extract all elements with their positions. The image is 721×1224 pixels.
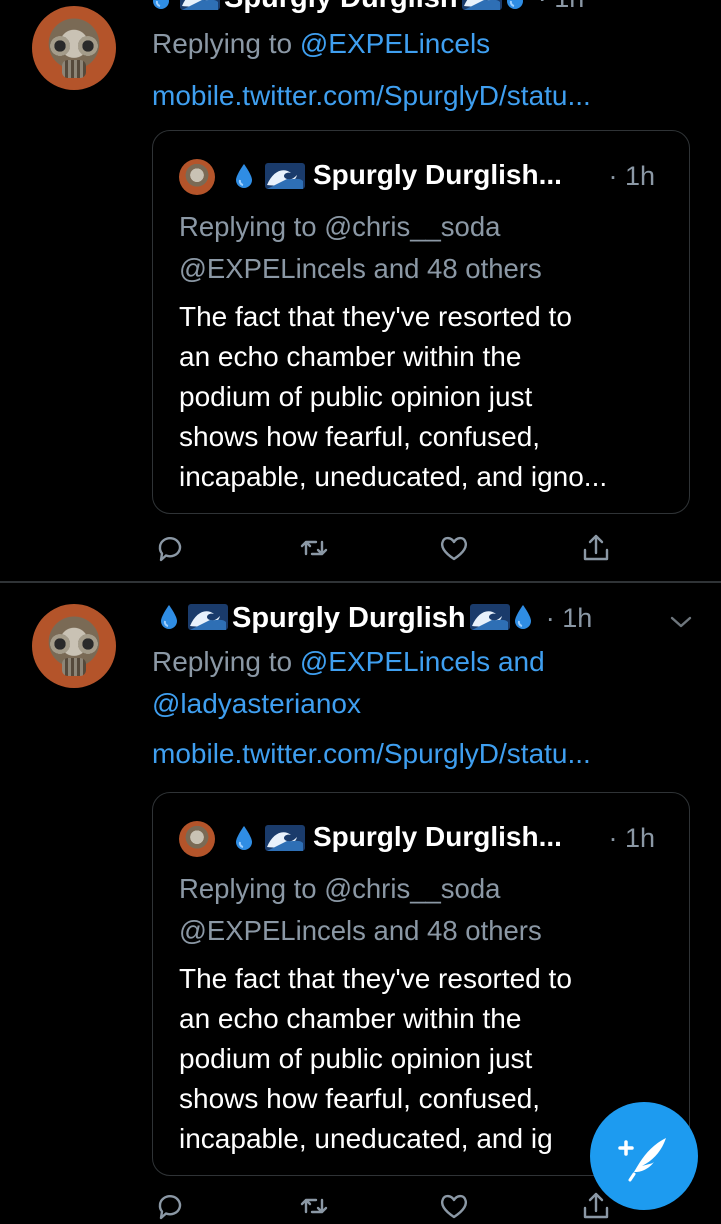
- quoted-time: · 1h: [608, 161, 655, 191]
- wave-emoji-icon: [265, 825, 305, 851]
- status-link[interactable]: mobile.twitter.com/SpurglyD/statu...: [152, 738, 591, 770]
- droplet-emoji-icon: [160, 604, 178, 630]
- compose-tweet-button[interactable]: [590, 1102, 698, 1210]
- heart-icon[interactable]: [436, 1188, 472, 1224]
- status-link[interactable]: mobile.twitter.com/SpurglyD/statu...: [152, 80, 591, 112]
- quoted-mentions: @EXPELincels and 48 others: [179, 253, 542, 284]
- droplet-emoji-icon: [152, 0, 170, 10]
- mention-link[interactable]: @EXPELincels: [300, 28, 490, 59]
- replying-to: Replying to @EXPELincels and: [152, 646, 545, 677]
- droplet-emoji-icon: [235, 163, 253, 189]
- share-icon[interactable]: [578, 530, 614, 566]
- quoted-text: The fact that they've resorted to an ech…: [179, 301, 608, 492]
- droplet-emoji-icon: [514, 604, 532, 630]
- heart-icon[interactable]: [436, 530, 472, 566]
- tweet-author-line: Spurgly Durglish · 1h: [152, 0, 584, 15]
- tweet-actions: [152, 1188, 622, 1224]
- quoted-author: Spurgly Durglish...: [313, 159, 562, 190]
- avatar[interactable]: [32, 6, 116, 90]
- quoted-author: Spurgly Durglish...: [313, 821, 562, 852]
- tweet-actions: [152, 530, 622, 566]
- quoted-replying-to: Replying to @chris__soda: [179, 211, 501, 242]
- author-name[interactable]: Spurgly Durglish: [232, 602, 466, 634]
- wave-emoji-icon: [265, 163, 305, 189]
- quoted-mentions: @EXPELincels and 48 others: [179, 915, 542, 946]
- tweet-author-line: Spurgly Durglish · 1h: [160, 602, 592, 635]
- quoted-avatar: [179, 821, 215, 857]
- quoted-avatar: [179, 159, 215, 195]
- droplet-emoji-icon: [235, 825, 253, 851]
- avatar[interactable]: [32, 604, 116, 688]
- retweet-icon[interactable]: [296, 530, 332, 566]
- reply-icon[interactable]: [152, 530, 188, 566]
- mention-link[interactable]: @ladyasterianox: [152, 688, 361, 720]
- quoted-replying-to: Replying to @chris__soda: [179, 873, 501, 904]
- mention-link[interactable]: @EXPELincels and: [300, 646, 545, 677]
- compose-tweet-icon: [618, 1138, 666, 1182]
- wave-emoji-icon: [470, 604, 510, 630]
- chevron-down-icon[interactable]: [668, 612, 694, 632]
- tweet-time: · 1h: [538, 0, 585, 13]
- wave-emoji-icon: [462, 0, 502, 10]
- reply-icon[interactable]: [152, 1188, 188, 1224]
- quoted-tweet-card[interactable]: Spurgly Durglish... · 1h Replying to @ch…: [152, 130, 690, 514]
- tweet-time: · 1h: [545, 603, 593, 633]
- wave-emoji-icon: [188, 604, 228, 630]
- author-name[interactable]: Spurgly Durglish: [224, 0, 458, 14]
- tweet-1[interactable]: Spurgly Durglish · 1h Replying to @EXPEL…: [0, 0, 721, 580]
- replying-to: Replying to @EXPELincels: [152, 28, 491, 59]
- retweet-icon[interactable]: [296, 1188, 332, 1224]
- droplet-emoji-icon: [506, 0, 524, 10]
- quoted-time: · 1h: [608, 823, 655, 853]
- wave-emoji-icon: [180, 0, 220, 10]
